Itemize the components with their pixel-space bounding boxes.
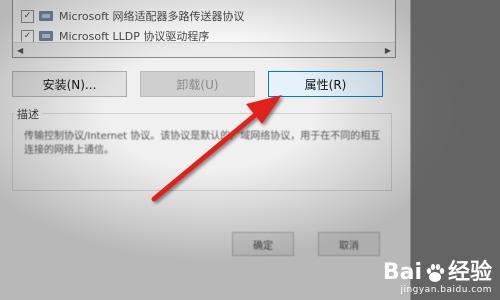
desktop-background [410, 0, 500, 300]
screenshot-stage: ✓ Microsoft 网络适配器多路传送器协议 ✓ Microsoft LLD… [0, 0, 500, 300]
watermark-url: jingyan.baidu.com [400, 285, 492, 295]
network-protocol-icon [39, 31, 53, 41]
checkbox-icon[interactable]: ✓ [21, 9, 34, 23]
watermark-brand-left: Bai [382, 260, 422, 285]
scroll-right-icon[interactable]: ▶ [385, 46, 391, 55]
install-button[interactable]: 安装(N)... [12, 71, 127, 97]
watermark-brand-right: 经验 [447, 260, 492, 285]
description-label: 描述 [14, 106, 42, 122]
uninstall-button[interactable]: 卸载(U) [140, 71, 255, 97]
list-item[interactable]: ✓ Microsoft 网络适配器多路传送器协议 [21, 7, 245, 25]
cancel-button[interactable]: 取消 [318, 232, 380, 256]
scroll-left-icon[interactable]: ◀ [17, 46, 23, 55]
properties-button[interactable]: 属性(R) [268, 71, 383, 97]
baidu-paw-icon [426, 264, 445, 282]
checkbox-icon[interactable]: ✓ [21, 29, 34, 43]
component-list[interactable]: ✓ Microsoft 网络适配器多路传送器协议 ✓ Microsoft LLD… [12, 0, 396, 58]
watermark-brand: Bai 经验 [383, 261, 492, 285]
list-item-label: Microsoft 网络适配器多路传送器协议 [59, 10, 245, 23]
description-text: 传输控制协议/Internet 协议。该协议是默认的广域网络协议，用于在不同的相… [24, 131, 381, 156]
ok-button[interactable]: 确定 [232, 232, 294, 256]
baidu-jingyan-watermark: Bai 经验 jingyan.baidu.com [383, 261, 492, 296]
horizontal-scrollbar[interactable]: ◀ ▶ [13, 42, 395, 57]
network-protocol-icon [39, 11, 53, 21]
